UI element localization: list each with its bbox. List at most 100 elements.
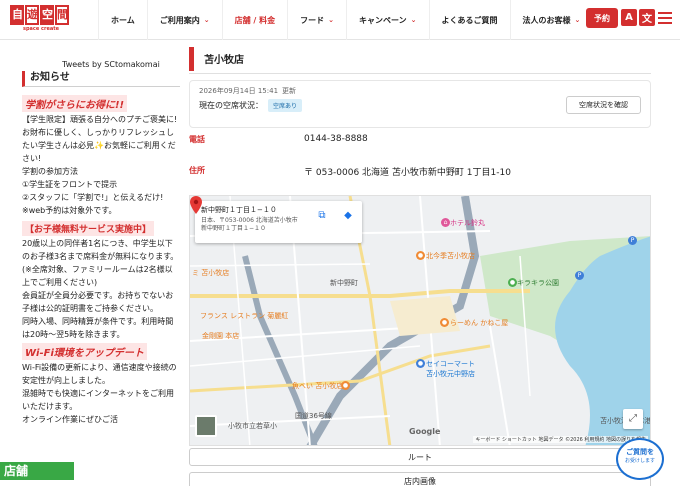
parking-icon[interactable]: P xyxy=(628,236,637,245)
hamburger-menu-icon[interactable] xyxy=(658,9,672,26)
nav-stores[interactable]: 店舗 / 料金 xyxy=(221,0,288,40)
fullscreen-icon[interactable]: ⤢ xyxy=(623,409,643,429)
nav-corporate[interactable]: 法人のお客様 ⌄ xyxy=(509,0,593,40)
restaurant-icon[interactable]: ● xyxy=(341,381,350,390)
section-line: 学割の参加方法 xyxy=(22,167,78,176)
section-line: 会員証が全員分必要です。お持ちでないお子様は公的証明書をご持参ください。 xyxy=(22,291,174,313)
news-heading: お知らせ xyxy=(22,71,180,87)
nav-guide[interactable]: ご利用案内 ⌄ xyxy=(146,0,222,40)
chevron-down-icon: ⌄ xyxy=(574,16,581,24)
store-title: 苫小牧店 xyxy=(189,44,651,74)
store-photos-button[interactable]: 店内画像 xyxy=(189,472,651,486)
site-logo[interactable]: 自 遊 空 間 space create xyxy=(10,5,72,35)
nav-home[interactable]: ホーム xyxy=(98,0,147,40)
section-line: オンライン作業にぜひご活 xyxy=(22,415,118,424)
map-label: キラキラ公園 xyxy=(517,279,559,287)
section-title: 【お子様無料サービス実施中】 xyxy=(22,221,155,236)
map-label: 金剛園 本店 xyxy=(202,332,240,340)
nav-food[interactable]: フード ⌄ xyxy=(287,0,346,40)
map-label: セイコーマート xyxy=(426,360,475,368)
nav-label: よくあるご質問 xyxy=(441,15,498,25)
sidebar: Tweets by SCtomakomai お知らせ 学割がさらにお得に!! 【… xyxy=(22,60,180,480)
consult-line1: ご質問を xyxy=(626,448,654,456)
map-info-card: 新中野町１丁目１−１０ 日本、〒053-0006 北海道苫小牧市新中野町１丁目１… xyxy=(195,201,362,243)
nav-label: ホーム xyxy=(111,15,135,25)
chevron-down-icon: ⌄ xyxy=(328,16,335,24)
logo-char: 遊 xyxy=(25,5,39,25)
section-line: 混雑時でも快適にインターネットをご利用いただけます。 xyxy=(22,389,174,411)
hotel-icon[interactable]: ⌂ xyxy=(441,218,450,227)
section-line: 【学生限定】頑張る自分へのプチご褒美に! xyxy=(22,115,178,124)
restaurant-icon[interactable]: ● xyxy=(416,251,425,260)
logo-char: 空 xyxy=(40,5,54,25)
tweets-link[interactable]: Tweets by SCtomakomai xyxy=(22,60,180,69)
title-accent xyxy=(189,46,194,71)
phone-label: 電話 xyxy=(189,135,205,144)
map-label: 北今季苫小牧店 xyxy=(426,252,475,260)
status-badge: 空席あり xyxy=(268,99,303,112)
restaurant-icon[interactable]: ● xyxy=(440,318,449,327)
chevron-down-icon: ⌄ xyxy=(410,16,417,24)
store-name: 苫小牧店 xyxy=(204,55,244,66)
map-card-address: 日本、〒053-0006 北海道苫小牧市新中野町１丁目１−１０ xyxy=(201,217,298,232)
map-card-title: 新中野町１丁目１−１０ xyxy=(201,206,277,214)
map-label: 小牧市立若草小 xyxy=(228,422,277,430)
map-label: 魚べい 苫小牧店 xyxy=(292,382,344,390)
section-line: 20歳以上の同伴者1名につき、中学生以下のお子様3名まで席料金が無料になります。… xyxy=(22,239,179,287)
map-label: ホテル鈴丸 xyxy=(450,219,485,227)
language-button[interactable]: 文 xyxy=(639,9,655,26)
status-label: 現在の空席状況： xyxy=(199,101,263,110)
nav-label: 法人のお客様 xyxy=(522,15,571,25)
phone-row: 電話 0144-38-8888 xyxy=(189,134,651,145)
main-nav: ホーム ご利用案内 ⌄ 店舗 / 料金 フード ⌄ キャンペーン ⌄ よくあるご質問 … xyxy=(98,0,592,40)
font-size-button[interactable]: A xyxy=(621,9,637,26)
logo-subtitle: space create xyxy=(22,26,59,32)
updated-label: 更新 xyxy=(282,87,297,95)
google-map[interactable]: 新中野町１丁目１−１０ 日本、〒053-0006 北海道苫小牧市新中野町１丁目１… xyxy=(189,195,651,446)
address-row: 住所 〒 053-0006 北海道 苫小牧市新中野町 1丁目1-10 xyxy=(189,165,651,178)
directions-icon[interactable]: ◆ xyxy=(341,210,355,224)
google-logo: Google xyxy=(409,427,441,436)
open-in-maps-icon[interactable]: ⧉ xyxy=(315,210,329,224)
address-value: 〒 053-0006 北海道 苫小牧市新中野町 1丁目1-10 xyxy=(304,168,511,178)
news-section: 【お子様無料サービス実施中】 20歳以上の同伴者1名につき、中学生以下のお子様3… xyxy=(22,217,180,341)
park-icon[interactable]: ● xyxy=(508,278,517,287)
location-pin-icon xyxy=(190,196,202,214)
nav-campaign[interactable]: キャンペーン ⌄ xyxy=(346,0,428,40)
news-section: 学割がさらにお得に!! 【学生限定】頑張る自分へのプチご褒美に! お財布に優しく… xyxy=(22,93,180,217)
timestamp-value: 2026年09月14日 15:41 xyxy=(199,87,279,95)
map-label: 苫小牧元中野店 xyxy=(426,370,475,378)
status-timestamp: 2026年09月14日 15:41 更新 xyxy=(199,86,641,96)
section-line: 同時入場、同時精算が条件です。利用時間は20時〜翌5時を除きます。 xyxy=(22,317,174,339)
parking-icon[interactable]: P xyxy=(575,271,584,280)
map-label: 国道36号線 xyxy=(295,412,332,420)
site-header: 自 遊 空 間 space create ホーム ご利用案内 ⌄ 店舗 / 料金 … xyxy=(0,0,680,40)
map-label: らーめん かねこ屋 xyxy=(450,319,509,327)
route-button[interactable]: ルート xyxy=(189,448,651,466)
nav-faq[interactable]: よくあるご質問 xyxy=(428,0,510,40)
section-line: ※web予約は対象外です。 xyxy=(22,206,117,215)
section-title: Wi-Fi環境をアップデート xyxy=(22,343,147,360)
check-vacancy-button[interactable]: 空席状況を確認 xyxy=(566,96,641,114)
store-banner[interactable]: 店舗 xyxy=(0,462,74,480)
section-line: ①学生証をフロントで提示 xyxy=(22,180,118,189)
nav-label: ご利用案内 xyxy=(159,15,200,25)
main-content: 苫小牧店 2026年09月14日 15:41 更新 現在の空席状況： 空席あり 空… xyxy=(189,44,651,486)
vacancy-status-box: 2026年09月14日 15:41 更新 現在の空席状況： 空席あり 空席状況を確… xyxy=(189,80,651,128)
map-label: 新中野町 xyxy=(330,279,358,287)
map-attribution[interactable]: キーボード ショートカット 地図データ ©2026 利用規約 地図の誤りを報告 xyxy=(473,436,648,443)
address-label: 住所 xyxy=(189,166,205,175)
nav-label: 店舗 / 料金 xyxy=(234,15,276,25)
section-line: ②スタッフに「学割で!」と伝えるだけ! xyxy=(22,193,164,202)
phone-value[interactable]: 0144-38-8888 xyxy=(304,134,368,145)
section-line: お財布に優しく、しっかりリフレッシュしたい学生さんは必見✨お気軽にご利用ください… xyxy=(22,128,176,163)
map-label: ミ 苫小牧店 xyxy=(192,269,230,277)
reserve-button[interactable]: 予約 xyxy=(586,8,618,28)
section-line: Wi-Fi設備の更新により、通信速度や接続の安定性が向上しました。 xyxy=(22,363,177,385)
logo-char: 自 xyxy=(10,5,24,25)
chevron-down-icon: ⌄ xyxy=(203,16,210,24)
store-icon[interactable]: ● xyxy=(416,359,425,368)
consult-widget[interactable]: ご質問を お受けします xyxy=(616,438,664,480)
map-layer-toggle[interactable] xyxy=(195,415,217,437)
consult-line2: お受けします xyxy=(624,458,655,464)
